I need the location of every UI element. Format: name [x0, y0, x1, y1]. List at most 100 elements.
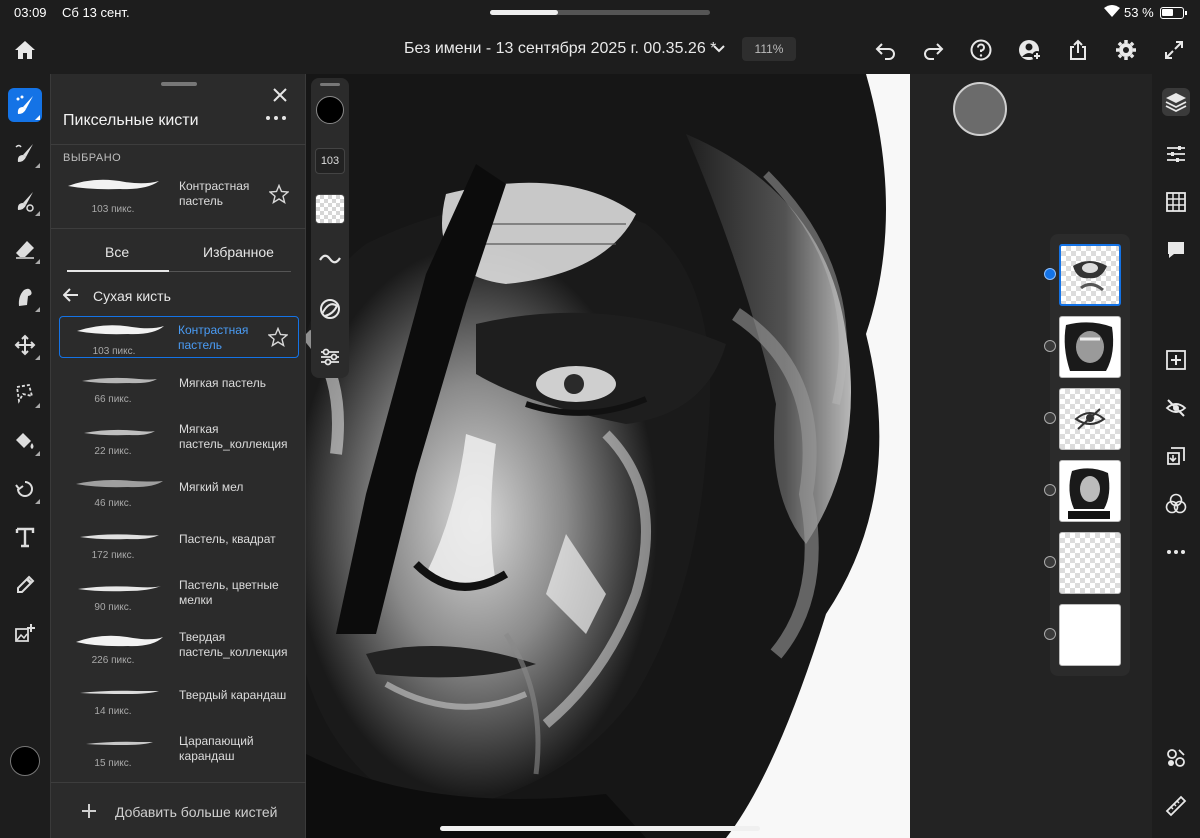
category-title: Сухая кисть	[93, 288, 171, 304]
help-icon[interactable]	[969, 38, 993, 62]
comments-icon[interactable]	[1162, 236, 1190, 264]
redo-icon[interactable]	[921, 38, 945, 62]
chevron-down-icon[interactable]	[712, 44, 726, 54]
brush-item[interactable]: 172 пикс. Пастель, квадрат	[59, 524, 299, 566]
brush-size: 14 пикс.	[94, 706, 132, 717]
layer-visibility-dot[interactable]	[1044, 484, 1056, 496]
brush-name: Твердый карандаш	[179, 688, 287, 702]
layers-panel	[1044, 234, 1130, 676]
merge-down-icon[interactable]	[1162, 442, 1190, 470]
panel-grabber[interactable]	[161, 82, 197, 86]
more-icon[interactable]	[1162, 538, 1190, 566]
home-icon[interactable]	[12, 38, 38, 62]
artwork-illustration	[306, 74, 910, 838]
layer-thumbnail[interactable]	[1059, 460, 1121, 522]
brush-item[interactable]: 66 пикс. Мягкая пастель	[59, 368, 299, 410]
layer-visibility-dot[interactable]	[1044, 628, 1056, 640]
more-icon[interactable]	[264, 114, 288, 122]
tab-all[interactable]: Все	[105, 244, 129, 260]
add-more-label: Добавить больше кистей	[115, 804, 278, 820]
brush-item[interactable]: 103 пикс. Контрастная пастель	[59, 316, 299, 358]
layer-properties-icon[interactable]	[1162, 140, 1190, 168]
fill-icon[interactable]	[8, 424, 42, 458]
brush-name: Мягкая пастель_коллекция	[179, 422, 288, 451]
color-swatch[interactable]	[10, 746, 40, 776]
back-arrow-icon[interactable]	[63, 288, 79, 302]
brush-item[interactable]: 226 пикс. Твердая пастель_коллекция	[59, 628, 299, 670]
layer-thumbnail[interactable]	[1059, 604, 1121, 666]
brush-tabs: Все Избранное	[51, 234, 307, 274]
color-icon[interactable]	[316, 96, 344, 124]
brush-size: 226 пикс.	[91, 655, 135, 666]
close-icon[interactable]	[271, 86, 289, 104]
share-icon[interactable]	[1066, 38, 1090, 62]
tool-rail	[0, 74, 50, 838]
vector-brush-icon[interactable]	[8, 184, 42, 218]
transform-icon[interactable]	[8, 328, 42, 362]
selected-brush-size: 103 пикс.	[91, 204, 135, 215]
brush-size: 172 пикс.	[91, 550, 135, 561]
home-indicator[interactable]	[440, 826, 760, 831]
ruler-icon[interactable]	[1162, 792, 1190, 820]
grid-icon[interactable]	[1162, 188, 1190, 216]
brush-name: Мягкая пастель	[179, 376, 266, 390]
smoothing-icon[interactable]	[317, 246, 343, 272]
text-icon[interactable]	[8, 520, 42, 554]
star-icon[interactable]	[268, 327, 288, 347]
layer-visibility-dot[interactable]	[1044, 412, 1056, 424]
right-rail	[1152, 74, 1200, 838]
brush-size-preview	[953, 82, 1007, 136]
layer-thumbnail[interactable]	[1059, 388, 1121, 450]
add-more-brushes-button[interactable]: Добавить больше кистей	[51, 782, 307, 838]
artwork-canvas[interactable]	[306, 74, 910, 838]
place-image-icon[interactable]	[8, 616, 42, 650]
layers-icon[interactable]	[1162, 88, 1190, 116]
top-bar: Без имени - 13 сентября 2025 г. 00.35.26…	[0, 26, 1200, 74]
fullscreen-icon[interactable]	[1162, 38, 1186, 62]
layer-visibility-dot[interactable]	[1044, 556, 1056, 568]
document-title[interactable]: Без имени - 13 сентября 2025 г. 00.35.26…	[404, 40, 716, 58]
brush-settings-icon[interactable]	[317, 344, 343, 370]
brush-item[interactable]: 22 пикс. Мягкая пастель_коллекция	[59, 420, 299, 462]
settings-icon[interactable]	[1114, 38, 1138, 62]
lasso-icon[interactable]	[8, 376, 42, 410]
brush-size: 46 пикс.	[94, 498, 132, 509]
eraser-icon[interactable]	[8, 232, 42, 266]
tab-favorites[interactable]: Избранное	[203, 244, 274, 260]
brush-size: 15 пикс.	[94, 758, 132, 769]
layer-visibility-dot[interactable]	[1044, 340, 1056, 352]
zoom-level[interactable]: 111%	[742, 37, 796, 61]
brush-name: Пастель, квадрат	[179, 532, 276, 546]
multitasking-indicator[interactable]	[490, 10, 710, 15]
wifi-icon	[1104, 5, 1120, 17]
pressure-icon[interactable]	[317, 296, 343, 322]
battery-percent: 53 %	[1124, 5, 1154, 20]
undo-icon[interactable]	[874, 38, 898, 62]
status-bar: 03:09 Сб 13 сент. 53 %	[0, 0, 1200, 26]
assets-icon[interactable]	[1162, 744, 1190, 772]
brush-item[interactable]: 90 пикс. Пастель, цветные мелки	[59, 576, 299, 618]
category-back[interactable]: Сухая кисть	[63, 286, 263, 306]
pixel-brush-icon[interactable]	[8, 88, 42, 122]
brush-item[interactable]: 15 пикс. Царапающий карандаш	[59, 732, 299, 774]
star-icon[interactable]	[269, 184, 289, 204]
liquify-icon[interactable]	[8, 472, 42, 506]
blend-icon[interactable]	[1162, 490, 1190, 518]
size-icon[interactable]: 103	[315, 148, 345, 174]
brush-item[interactable]: 46 пикс. Мягкий мел	[59, 472, 299, 514]
layer-thumbnail[interactable]	[1059, 244, 1121, 306]
brush-item[interactable]: 14 пикс. Твердый карандаш	[59, 680, 299, 722]
opacity-icon[interactable]	[315, 194, 345, 224]
invite-icon[interactable]	[1018, 38, 1042, 62]
add-layer-icon[interactable]	[1162, 346, 1190, 374]
status-time: 03:09	[14, 5, 47, 20]
layer-visibility-dot[interactable]	[1044, 268, 1056, 280]
eyedropper-icon[interactable]	[8, 568, 42, 602]
selected-brush[interactable]: 103 пикс. Контрастная пастель	[63, 172, 303, 222]
layer-thumbnail[interactable]	[1059, 532, 1121, 594]
layer-thumbnail[interactable]	[1059, 316, 1121, 378]
hide-layer-icon[interactable]	[1162, 394, 1190, 422]
smudge-icon[interactable]	[8, 280, 42, 314]
live-brush-icon[interactable]	[8, 136, 42, 170]
brush-name: Твердая пастель_коллекция	[179, 630, 288, 659]
